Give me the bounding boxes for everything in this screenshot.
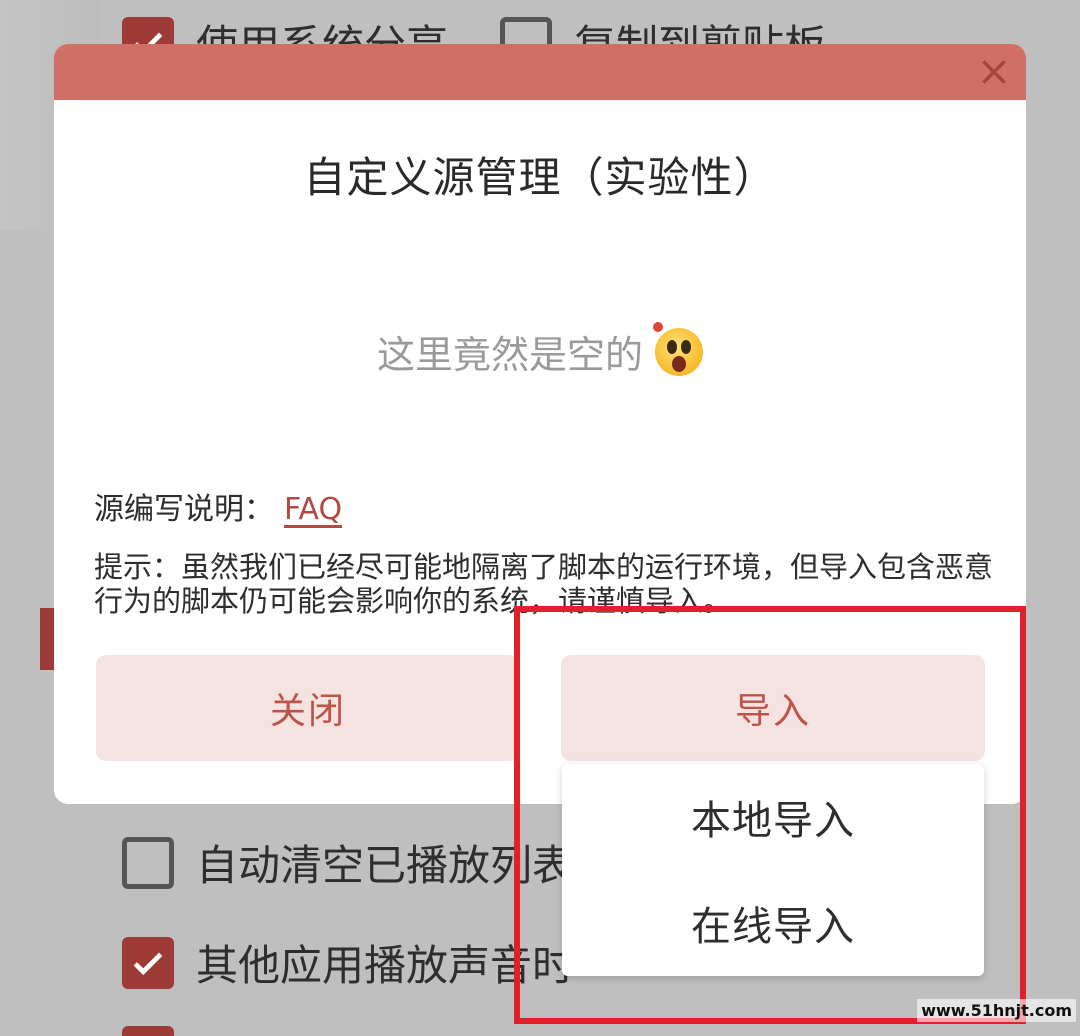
astonished-face-icon bbox=[653, 321, 703, 376]
setting-label: 其他应用播放声音时 bbox=[196, 941, 575, 990]
import-button[interactable]: 导入 bbox=[561, 655, 985, 761]
empty-message: 这里竟然是空的 bbox=[376, 333, 643, 377]
import-menu: 本地导入 在线导入 bbox=[562, 764, 984, 976]
hint-text: 提示：虽然我们已经尽可能地隔离了脚本的运行环境，但导入包含恶意行为的脚本仍可能会… bbox=[94, 550, 994, 618]
setting-label: 自动清空已播放列表 bbox=[196, 841, 575, 890]
watermark: www.51hnjt.com bbox=[917, 999, 1076, 1022]
empty-state: 这里竟然是空的 bbox=[54, 321, 1026, 379]
checkbox-checked-icon[interactable] bbox=[122, 1026, 174, 1036]
faq-line: 源编写说明： FAQ bbox=[94, 484, 342, 528]
faq-link[interactable]: FAQ bbox=[284, 492, 342, 527]
dialog-title: 自定义源管理（实验性） bbox=[303, 153, 777, 202]
custom-source-dialog: 自定义源管理（实验性） 这里竟然是空的 源编写说明： FAQ 提示：虽然我们已经… bbox=[54, 44, 1026, 804]
close-icon[interactable] bbox=[972, 50, 1016, 94]
dialog-header bbox=[54, 44, 1026, 100]
checkbox-checked-icon[interactable] bbox=[122, 936, 174, 989]
close-button[interactable]: 关闭 bbox=[96, 655, 520, 761]
setting-row-other-app-audio[interactable]: 其他应用播放声音时 bbox=[122, 932, 574, 993]
setting-row-auto-clear[interactable]: 自动清空已播放列表 bbox=[122, 832, 574, 893]
menu-item-local-import[interactable]: 本地导入 bbox=[562, 764, 984, 870]
menu-item-online-import[interactable]: 在线导入 bbox=[562, 870, 984, 976]
checkbox-unchecked-icon[interactable] bbox=[122, 836, 174, 889]
faq-prefix: 源编写说明： bbox=[94, 492, 274, 527]
